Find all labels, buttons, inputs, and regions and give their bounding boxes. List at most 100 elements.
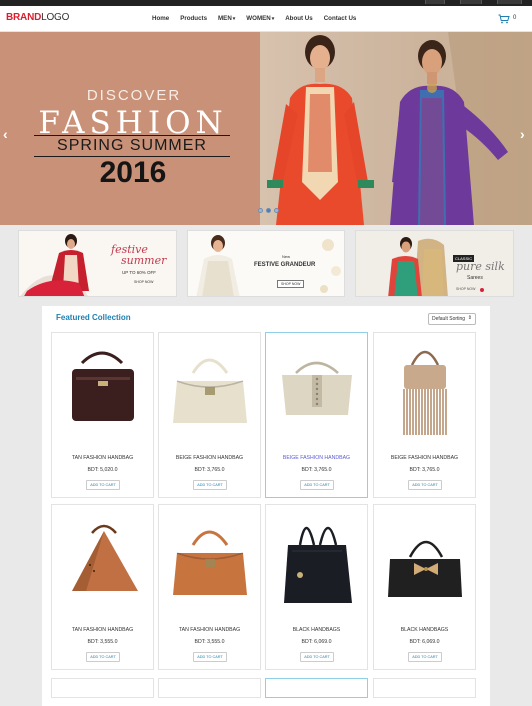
product-card[interactable]: TAN FASHION HANDBAG BDT: 3,555.0 ADD TO … — [158, 504, 261, 670]
brand-logo[interactable]: BRANDLOGO — [6, 12, 69, 23]
slider-dot[interactable] — [258, 208, 263, 213]
nav-menu: Home Products MEN▾ WOMEN▾ About Us Contact Us — [152, 15, 367, 22]
product-price: BDT: 6,069.0 — [409, 639, 440, 645]
main-navbar: BRANDLOGO Home Products MEN▾ WOMEN▾ About Us… — [0, 6, 532, 32]
browser-tab[interactable] — [425, 0, 445, 4]
product-card[interactable]: TAN FASHION HANDBAG BDT: 5,020.0 ADD TO … — [51, 332, 154, 498]
promo2-cta[interactable]: SHOP NOW — [277, 280, 305, 288]
product-card-partial[interactable] — [158, 678, 261, 698]
add-to-cart-button[interactable]: ADD TO CART — [300, 480, 334, 490]
chevron-updown-icon: ⇕ — [467, 315, 472, 321]
add-to-cart-button[interactable]: ADD TO CART — [86, 652, 120, 662]
promo3-dot — [480, 288, 484, 292]
add-to-cart-button[interactable]: ADD TO CART — [86, 480, 120, 490]
product-card[interactable]: BEIGE FASHION HANDBAG BDT: 3,765.0 ADD T… — [373, 332, 476, 498]
product-image[interactable] — [52, 505, 153, 623]
nav-item-home[interactable]: Home — [152, 15, 169, 22]
product-image[interactable] — [52, 333, 153, 451]
product-image[interactable] — [266, 505, 367, 623]
nav-item-label: MEN — [218, 15, 232, 22]
product-card-partial[interactable] — [373, 678, 476, 698]
promo1-offer: UP TO 60% OFF — [122, 270, 157, 275]
brand-text: BRAND — [6, 12, 42, 23]
promo-banner-festive-summer[interactable]: festive summer UP TO 60% OFF SHOP NOW — [18, 230, 177, 297]
product-card[interactable]: BLACK HANDBAGS BDT: 6,069.0 ADD TO CART — [373, 504, 476, 670]
slider-prev-arrow[interactable]: ‹ — [3, 126, 8, 142]
slider-dots — [258, 208, 279, 213]
nav-item-products[interactable]: Products — [180, 15, 207, 22]
nav-item-about-us[interactable]: About Us — [285, 15, 313, 22]
add-to-cart-button[interactable]: ADD TO CART — [408, 480, 442, 490]
product-image[interactable] — [374, 333, 475, 451]
cart-button[interactable]: 0 — [498, 13, 528, 27]
handbag-image — [266, 505, 367, 623]
product-price: BDT: 3,555.0 — [194, 639, 225, 645]
cart-icon — [498, 14, 510, 24]
product-image[interactable] — [159, 333, 260, 451]
sort-dropdown[interactable]: Default Sorting ⇕ — [428, 313, 476, 325]
promo1-script2: summer — [121, 254, 167, 267]
product-name[interactable]: BEIGE FASHION HANDBAG — [159, 455, 260, 461]
product-name[interactable]: BEIGE FASHION HANDBAG — [374, 455, 475, 461]
product-name[interactable]: TAN FASHION HANDBAG — [52, 627, 153, 633]
product-card-partial[interactable] — [265, 678, 368, 698]
product-name[interactable]: BEIGE FASHION HANDBAG — [266, 455, 367, 461]
handbag-image — [266, 333, 367, 451]
browser-tab[interactable] — [460, 0, 482, 4]
promo-banner-pure-silk[interactable]: CLASSIC pure silk Sarees SHOP NOW — [355, 230, 514, 297]
promo2-eyebrow: New — [282, 254, 291, 259]
promo2-title: FESTIVE GRANDEUR — [254, 262, 316, 268]
hero-text: DISCOVER FASHION SPRING SUMMER 2016 — [28, 32, 238, 225]
promo3-cta[interactable]: SHOP NOW — [456, 287, 475, 291]
add-to-cart-button[interactable]: ADD TO CART — [300, 652, 334, 662]
nav-item-label: WOMEN — [246, 15, 271, 22]
hero-discover: DISCOVER — [86, 87, 182, 104]
handbag-image — [159, 333, 260, 451]
nav-item-label: Home — [152, 15, 170, 22]
product-name[interactable]: BLACK HANDBAGS — [266, 627, 367, 633]
product-image[interactable] — [159, 505, 260, 623]
slider-next-arrow[interactable]: › — [520, 126, 525, 142]
nav-item-men[interactable]: MEN▾ — [218, 15, 235, 22]
hero-models-illustration — [267, 32, 532, 225]
slider-dot[interactable] — [274, 208, 279, 213]
sort-label: Default Sorting — [432, 316, 466, 322]
cart-count: 0 — [513, 15, 517, 21]
handbag-image — [374, 333, 475, 451]
product-image[interactable] — [374, 505, 475, 623]
product-card[interactable]: BEIGE FASHION HANDBAG BDT: 3,765.0 ADD T… — [158, 332, 261, 498]
nav-item-label: Contact Us — [323, 15, 357, 22]
handbag-image — [374, 505, 475, 623]
add-to-cart-button[interactable]: ADD TO CART — [193, 652, 227, 662]
product-card[interactable]: TAN FASHION HANDBAG BDT: 3,555.0 ADD TO … — [51, 504, 154, 670]
promo-banner-festive-grandeur[interactable]: New FESTIVE GRANDEUR SHOP NOW — [187, 230, 345, 297]
hero-models-image — [260, 32, 532, 225]
logo-text: LOGO — [41, 12, 70, 23]
promo1-cta[interactable]: SHOP NOW — [134, 280, 153, 284]
featured-collection-panel: Featured Collection Default Sorting ⇕ TA… — [42, 306, 490, 706]
nav-item-women[interactable]: WOMEN▾ — [246, 15, 274, 22]
product-card[interactable]: BLACK HANDBAGS BDT: 6,069.0 ADD TO CART — [265, 504, 368, 670]
product-card[interactable]: BEIGE FASHION HANDBAG BDT: 3,765.0 ADD T… — [265, 332, 368, 498]
add-to-cart-button[interactable]: ADD TO CART — [193, 480, 227, 490]
hero-slider[interactable]: DISCOVER FASHION SPRING SUMMER 2016 ‹ › — [0, 32, 532, 225]
product-price: BDT: 3,765.0 — [194, 467, 225, 473]
product-card-partial[interactable] — [51, 678, 154, 698]
product-name[interactable]: BLACK HANDBAGS — [374, 627, 475, 633]
collection-title: Featured Collection — [56, 313, 131, 322]
handbag-image — [159, 505, 260, 623]
product-name[interactable]: TAN FASHION HANDBAG — [159, 627, 260, 633]
browser-tab[interactable] — [497, 0, 522, 4]
slider-dot[interactable] — [266, 208, 271, 213]
product-price: BDT: 3,765.0 — [301, 467, 332, 473]
promo3-sub: Sarees — [467, 275, 483, 281]
handbag-image — [52, 333, 153, 451]
nav-item-contact-us[interactable]: Contact Us — [324, 15, 357, 22]
product-image[interactable] — [266, 333, 367, 451]
hero-season: SPRING SUMMER — [34, 135, 230, 157]
product-name[interactable]: TAN FASHION HANDBAG — [52, 455, 153, 461]
product-price: BDT: 6,069.0 — [301, 639, 332, 645]
caret-down-icon: ▾ — [232, 16, 236, 22]
hero-year: 2016 — [99, 156, 167, 189]
add-to-cart-button[interactable]: ADD TO CART — [408, 652, 442, 662]
